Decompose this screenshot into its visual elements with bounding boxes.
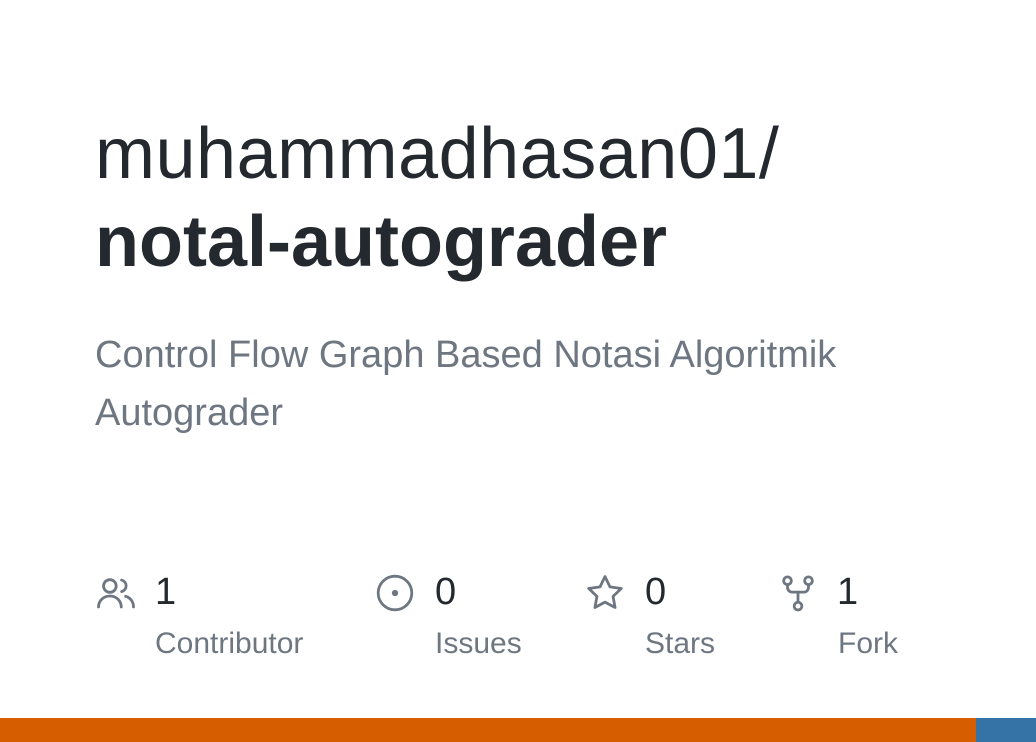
- repo-owner[interactable]: muhammadhasan01/: [95, 112, 779, 196]
- contributors-label: Contributor: [155, 627, 304, 660]
- repo-social-card: muhammadhasan01/ notal-autograder Contro…: [0, 0, 1036, 742]
- forks-label: Fork: [838, 627, 898, 660]
- repo-description: Control Flow Graph Based Notasi Algoritm…: [95, 334, 837, 434]
- issues-count: 0: [435, 571, 457, 613]
- stars-label: Stars: [645, 627, 716, 660]
- stat-forks[interactable]: 1 Fork: [777, 566, 937, 666]
- forks-count: 1: [837, 571, 859, 613]
- language-bar-segment: [975, 718, 1036, 742]
- contributors-count: 1: [155, 571, 177, 613]
- stat-contributors[interactable]: 1 Contributor: [95, 566, 355, 666]
- issues-label: Issues: [435, 627, 522, 660]
- stars-count: 0: [645, 571, 667, 613]
- issue-icon: [374, 572, 416, 614]
- people-icon: [95, 572, 137, 614]
- language-bar: [0, 718, 1036, 742]
- stat-stars[interactable]: 0 Stars: [584, 566, 744, 666]
- fork-icon: [777, 572, 819, 614]
- repo-name[interactable]: notal-autograder: [95, 200, 667, 284]
- stat-issues[interactable]: 0 Issues: [374, 566, 554, 666]
- star-icon: [584, 572, 626, 614]
- language-bar-segment: [0, 718, 976, 742]
